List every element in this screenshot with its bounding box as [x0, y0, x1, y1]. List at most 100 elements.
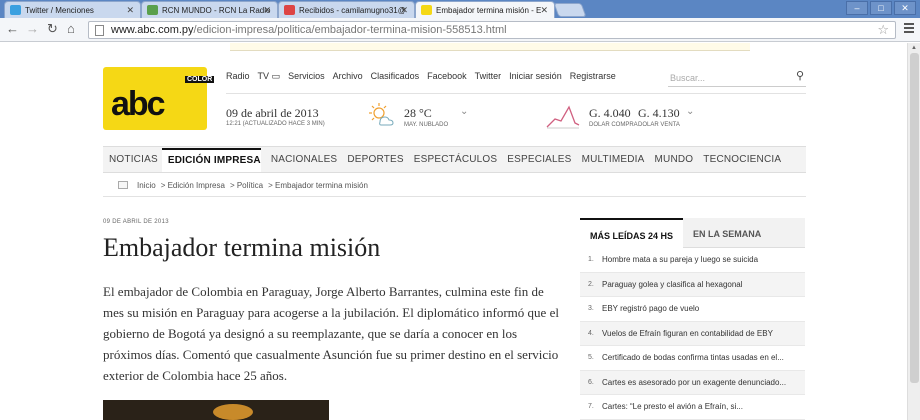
- list-item[interactable]: 7. Cartes: “Le presto el avión a Efraín, …: [580, 395, 805, 420]
- scroll-up-icon[interactable]: ▲: [911, 45, 917, 51]
- close-icon[interactable]: ✕: [400, 5, 408, 16]
- close-icon[interactable]: ✕: [126, 5, 134, 16]
- browser-tab-abc[interactable]: Embajador termina misión - E ✕: [415, 1, 555, 18]
- list-item[interactable]: 4. Vuelos de Efraín figuran en contabilid…: [580, 321, 805, 346]
- search-icon[interactable]: ⚲: [796, 69, 804, 82]
- sidebar-tabs: MÁS LEÍDAS 24 HS EN LA SEMANA: [580, 218, 805, 248]
- logo-tag: COLOR: [185, 76, 215, 83]
- topnav-servicios[interactable]: Servicios: [288, 71, 325, 82]
- close-icon[interactable]: ✕: [263, 5, 271, 16]
- nav-especiales[interactable]: ESPECIALES: [501, 154, 571, 165]
- back-arrow-icon[interactable]: ←: [6, 22, 19, 36]
- url-host: www.abc.com.py: [111, 24, 194, 36]
- item-number: 1.: [588, 256, 594, 264]
- logo-text: abc: [111, 85, 166, 123]
- abc-logo[interactable]: COLOR abc: [103, 67, 215, 130]
- scrollbar[interactable]: ▲: [907, 43, 920, 420]
- item-number: 5.: [588, 354, 594, 362]
- photo-highlight: [213, 404, 253, 420]
- scrollbar-thumb[interactable]: [910, 53, 919, 383]
- nav-multimedia[interactable]: MULTIMEDIA: [576, 154, 645, 165]
- article-photo[interactable]: [103, 400, 329, 420]
- maximize-button[interactable]: □: [870, 1, 892, 15]
- nav-deportes[interactable]: DEPORTES: [341, 154, 403, 165]
- breadcrumb-inicio[interactable]: Inicio: [137, 181, 156, 190]
- item-text: Paraguay golea y clasifica al hexagonal: [602, 279, 743, 289]
- chevron-down-icon[interactable]: ⌄: [460, 106, 468, 117]
- weather-desc: MAY. NUBLADO: [404, 122, 449, 128]
- chevron-down-icon[interactable]: ⌄: [686, 106, 694, 117]
- main-nav: NOTICIAS EDICIÓN IMPRESA NACIONALES DEPO…: [103, 146, 806, 173]
- tab-this-week[interactable]: EN LA SEMANA: [683, 218, 771, 248]
- web-page: COLOR abc Radio TV ▭ Servicios Archivo C…: [0, 43, 907, 420]
- list-item[interactable]: 1. Hombre mata a su pareja y luego se sui…: [580, 248, 805, 273]
- nav-noticias[interactable]: NOTICIAS: [103, 154, 158, 165]
- forward-arrow-icon[interactable]: →: [26, 22, 39, 36]
- rcn-icon: [147, 5, 158, 15]
- nav-nacionales[interactable]: NACIONALES: [265, 154, 337, 165]
- list-item[interactable]: 6. Cartes es asesorado por un exagente de…: [580, 370, 805, 395]
- topnav-radio[interactable]: Radio: [226, 71, 250, 82]
- topnav-login[interactable]: Iniciar sesión: [509, 71, 562, 82]
- divider: [103, 196, 806, 197]
- list-item[interactable]: 2. Paraguay golea y clasifica al hexagona…: [580, 272, 805, 297]
- list-item[interactable]: 5. Certificado de bodas confirma tintas u…: [580, 346, 805, 371]
- nav-tecnociencia[interactable]: TECNOCIENCIA: [697, 154, 781, 165]
- topnav-archivo[interactable]: Archivo: [333, 71, 363, 82]
- browser-tab-gmail[interactable]: Recibidos - camilamugno31@ ✕: [278, 1, 415, 18]
- list-item[interactable]: 3. EBY registró pago de vuelo: [580, 297, 805, 322]
- item-number: 7.: [588, 403, 594, 411]
- home-icon[interactable]: [118, 181, 128, 189]
- address-bar[interactable]: www.abc.com.py/edicion-impresa/politica/…: [88, 21, 896, 39]
- nav-edicion-impresa[interactable]: EDICIÓN IMPRESA: [161, 147, 261, 172]
- breadcrumb-edicion[interactable]: > Edición Impresa: [161, 181, 225, 190]
- topnav-facebook[interactable]: Facebook: [427, 71, 467, 82]
- article-title: Embajador termina misión: [103, 233, 381, 262]
- breadcrumb-current: > Embajador termina misión: [268, 181, 368, 190]
- ad-banner[interactable]: [230, 43, 750, 51]
- browser-tab-twitter[interactable]: Twitter / Menciones ✕: [4, 1, 141, 18]
- url-path: /edicion-impresa/politica/embajador-term…: [193, 24, 507, 36]
- topnav-tv-label: TV: [257, 71, 270, 81]
- weather-sun-icon: [369, 103, 394, 126]
- nav-espectaculos[interactable]: ESPECTÁCULOS: [408, 154, 498, 165]
- dollar-buy-label: DOLAR COMPRA: [589, 122, 638, 128]
- tab-title: RCN MUNDO - RCN La Radio: [162, 6, 271, 15]
- topnav-register[interactable]: Registrarse: [570, 71, 616, 82]
- search-input[interactable]: Buscar... ⚲: [668, 69, 806, 87]
- item-number: 3.: [588, 305, 594, 313]
- breadcrumb-politica[interactable]: > Política: [230, 181, 263, 190]
- topnav-tv[interactable]: TV ▭: [258, 71, 281, 82]
- item-text: Vuelos de Efraín figuran en contabilidad…: [602, 328, 773, 338]
- reload-icon[interactable]: ↻: [47, 22, 58, 36]
- browser-tab-rcn[interactable]: RCN MUNDO - RCN La Radio ✕: [141, 1, 278, 18]
- close-window-button[interactable]: ✕: [894, 1, 916, 15]
- new-tab-button[interactable]: [553, 3, 587, 17]
- twitter-icon: [10, 5, 21, 15]
- tab-most-read-24h[interactable]: MÁS LEÍDAS 24 HS: [580, 218, 684, 248]
- top-nav: Radio TV ▭ Servicios Archivo Clasificado…: [226, 71, 616, 82]
- item-text: EBY registró pago de vuelo: [602, 304, 700, 314]
- star-icon[interactable]: ☆: [877, 22, 889, 38]
- topnav-clasificados[interactable]: Clasificados: [371, 71, 420, 82]
- browser-tab-strip: Twitter / Menciones ✕ RCN MUNDO - RCN La…: [0, 0, 920, 18]
- page-icon: [95, 25, 104, 36]
- temperature: 28 °C: [404, 106, 432, 120]
- article-date: 09 DE ABRIL DE 2013: [103, 219, 169, 225]
- nav-mundo[interactable]: MUNDO: [649, 154, 694, 165]
- item-number: 2.: [588, 280, 594, 288]
- minimize-button[interactable]: –: [846, 1, 868, 15]
- menu-icon[interactable]: [904, 23, 914, 35]
- close-icon[interactable]: ✕: [540, 5, 548, 16]
- gmail-icon: [284, 5, 295, 15]
- item-text: Certificado de bodas confirma tintas usa…: [602, 353, 784, 363]
- topnav-twitter[interactable]: Twitter: [475, 71, 502, 82]
- tab-title: Recibidos - camilamugno31@: [299, 6, 406, 15]
- home-icon[interactable]: ⌂: [67, 22, 75, 36]
- most-read-sidebar: MÁS LEÍDAS 24 HS EN LA SEMANA 1. Hombre m…: [580, 218, 805, 420]
- item-text: Cartes es asesorado por un exagente denu…: [602, 377, 787, 387]
- tv-icon: ▭: [271, 71, 281, 81]
- item-number: 4.: [588, 329, 594, 337]
- window-controls: – □ ✕: [846, 1, 916, 15]
- item-number: 6.: [588, 378, 594, 386]
